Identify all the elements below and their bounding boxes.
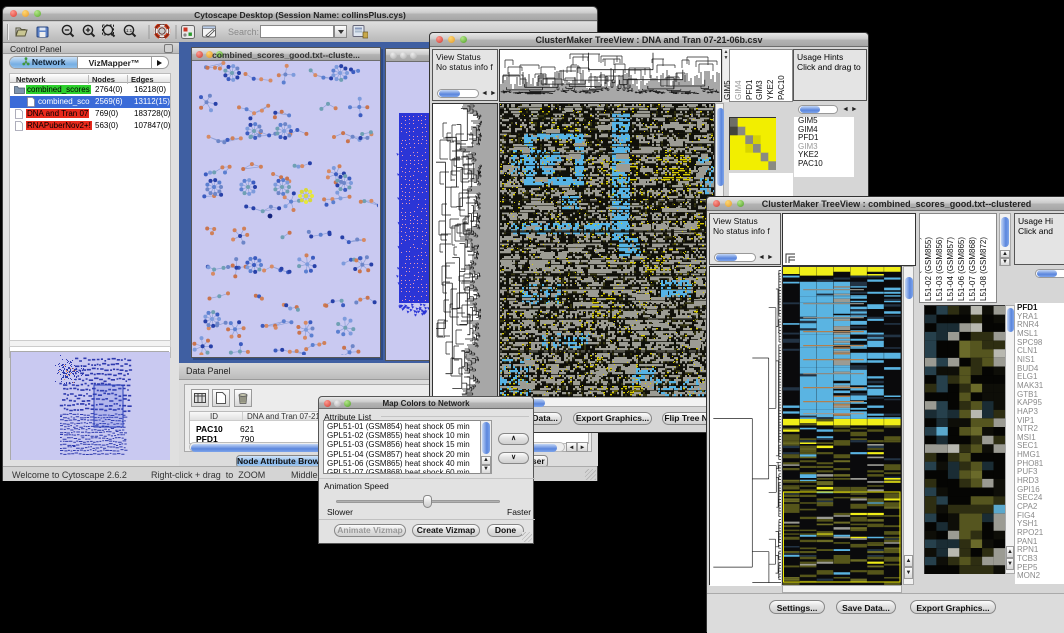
svg-text:1:1: 1:1 [126, 28, 133, 33]
